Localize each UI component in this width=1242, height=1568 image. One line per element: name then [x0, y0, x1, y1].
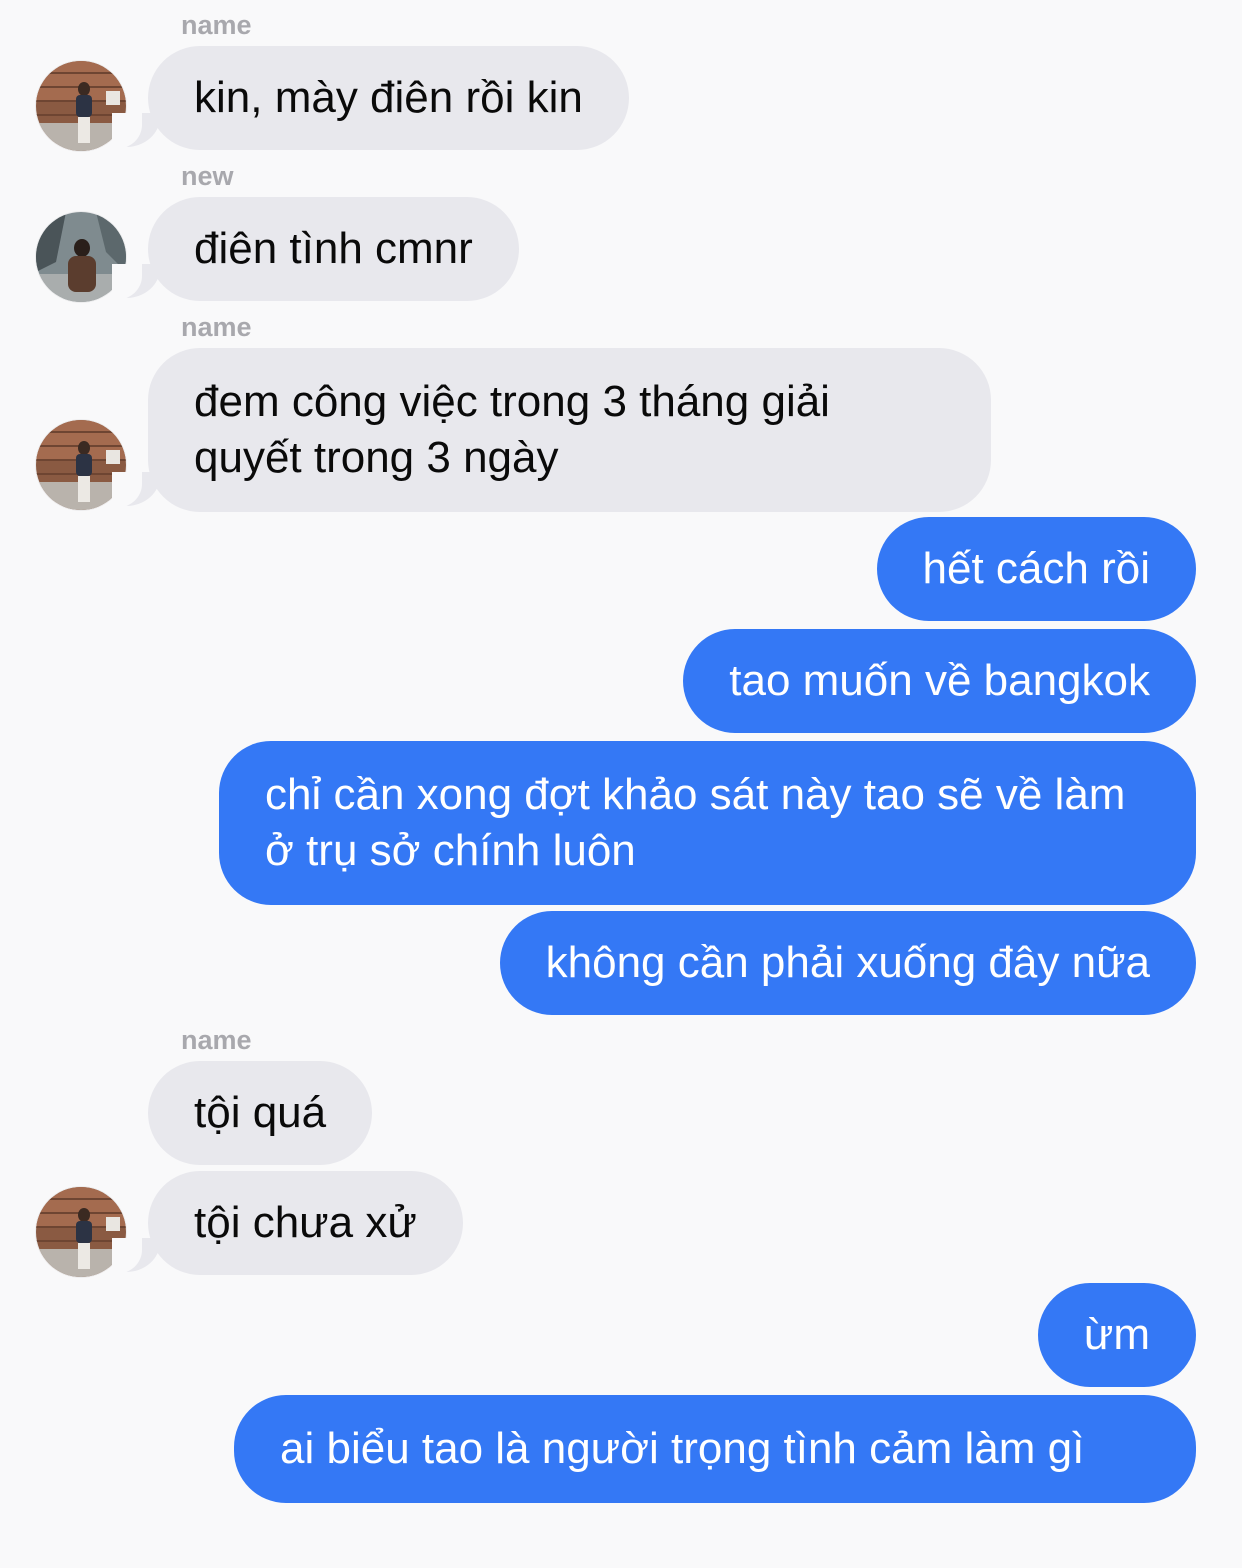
sender-name: name — [181, 10, 252, 40]
message-incoming[interactable]: tội chưa xử — [148, 1171, 463, 1275]
sender-name: new — [181, 161, 234, 191]
message-incoming[interactable]: kin, mày điên rồi kin — [148, 46, 629, 150]
message-outgoing[interactable]: ai biểu tao là người trọng tình cảm làm … — [234, 1395, 1196, 1503]
message-outgoing[interactable]: chỉ cần xong đợt khảo sát này tao sẽ về … — [219, 741, 1196, 905]
message-incoming[interactable]: điên tình cmnr — [148, 197, 519, 301]
message-incoming[interactable]: tội quá — [148, 1061, 373, 1165]
sender-name: name — [181, 1025, 252, 1055]
sender-name: name — [181, 312, 252, 342]
message-outgoing[interactable]: tao muốn về bangkok — [683, 629, 1196, 733]
chat-thread: name kin, mày điên rồi kin new điên tình… — [0, 0, 1242, 1568]
message-outgoing[interactable]: không cần phải xuống đây nữa — [499, 911, 1196, 1015]
message-outgoing[interactable]: ừm — [1037, 1283, 1196, 1387]
message-incoming[interactable]: đem công việc trong 3 tháng giải quyết t… — [148, 348, 991, 512]
message-outgoing[interactable]: hết cách rồi — [876, 517, 1196, 621]
